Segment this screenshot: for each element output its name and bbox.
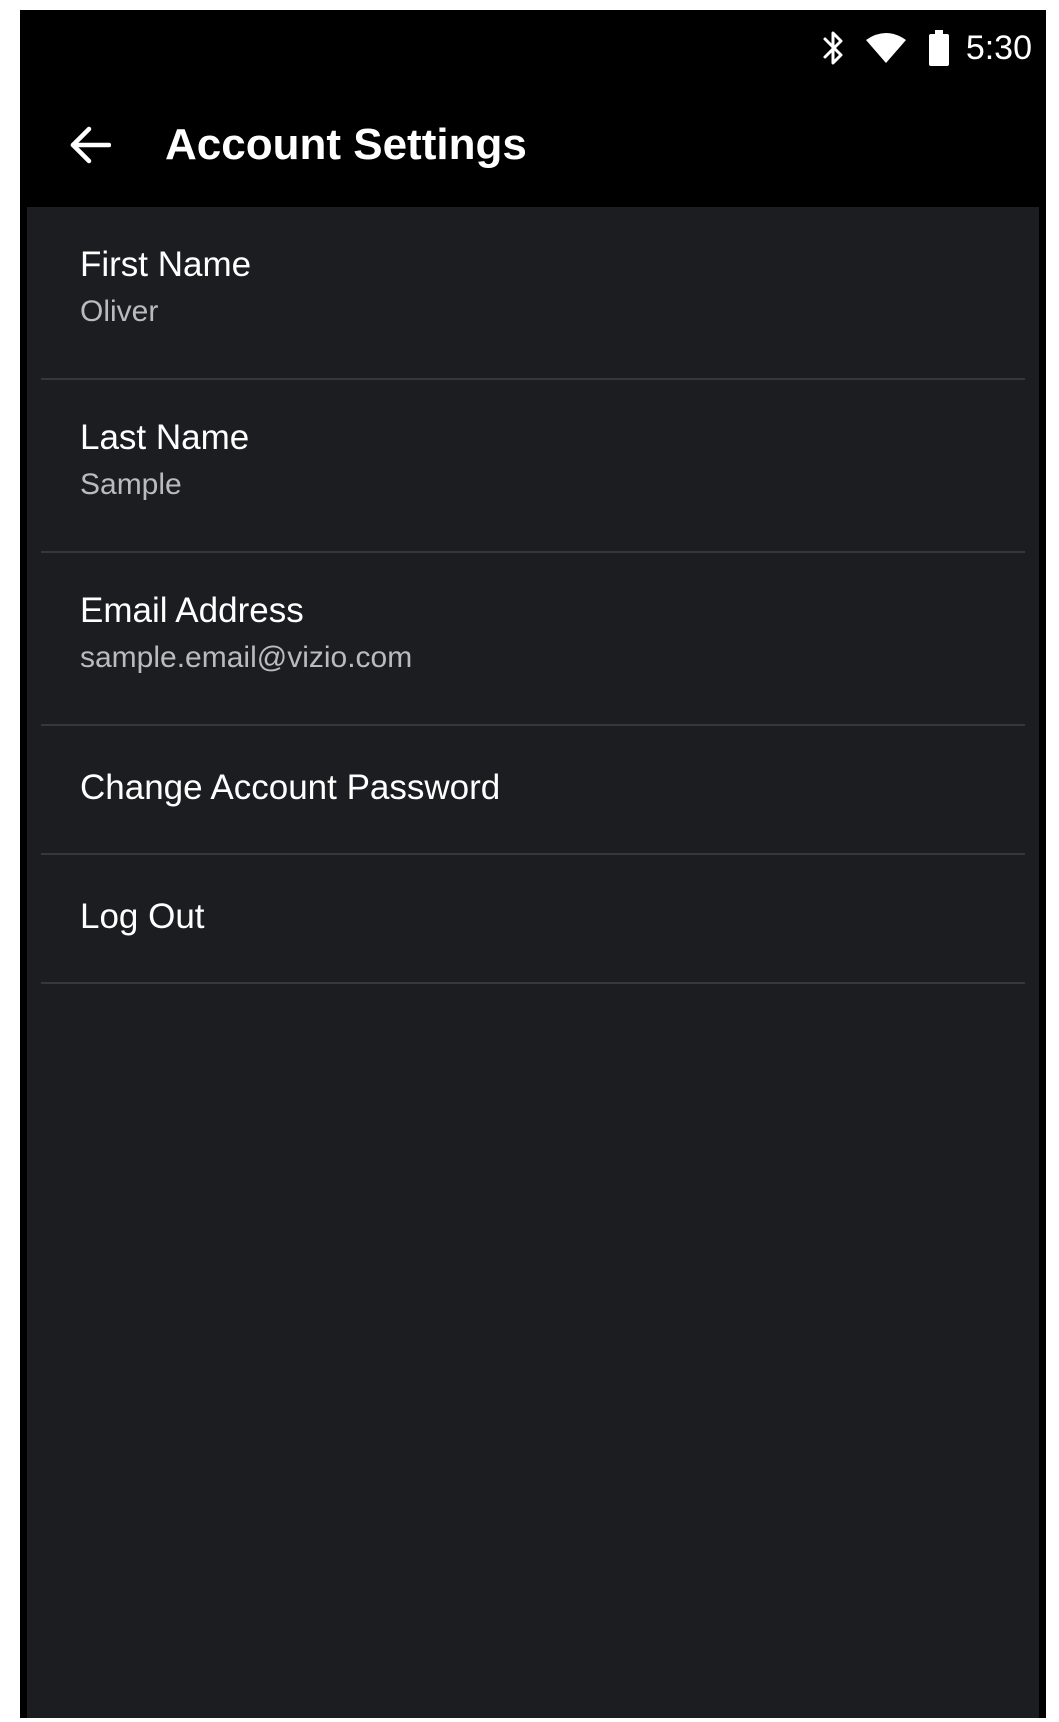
- first-name-label: First Name: [80, 245, 252, 284]
- last-name-label: Last Name: [80, 418, 250, 457]
- log-out-label: Log Out: [80, 897, 205, 936]
- email-address-value: sample.email@vizio.com: [80, 641, 413, 674]
- page-title: Account Settings: [165, 120, 527, 169]
- status-icons: 5:30: [822, 28, 1032, 68]
- first-name-value: Oliver: [80, 295, 159, 328]
- first-name-item[interactable]: First Name Oliver: [41, 207, 1025, 380]
- arrow-left-icon: [70, 126, 111, 164]
- wifi-icon: [865, 33, 906, 63]
- app-bar: Account Settings: [20, 75, 1046, 207]
- back-button[interactable]: [60, 115, 120, 175]
- battery-icon: [928, 30, 949, 66]
- email-address-label: Email Address: [80, 591, 304, 630]
- last-name-value: Sample: [80, 468, 182, 501]
- last-name-item[interactable]: Last Name Sample: [41, 380, 1025, 553]
- bluetooth-icon: [823, 31, 843, 65]
- change-password-item[interactable]: Change Account Password: [41, 726, 1025, 855]
- status-bar: 5:30: [20, 10, 1046, 75]
- settings-content: First Name Oliver Last Name Sample Email…: [27, 207, 1039, 1718]
- log-out-item[interactable]: Log Out: [41, 855, 1025, 984]
- email-address-item[interactable]: Email Address sample.email@vizio.com: [41, 553, 1025, 726]
- settings-list: First Name Oliver Last Name Sample Email…: [41, 207, 1025, 984]
- phone-screen: 5:30 Account Settings First Name Oliver …: [20, 10, 1046, 1718]
- status-clock: 5:30: [965, 29, 1032, 67]
- change-password-label: Change Account Password: [80, 768, 501, 807]
